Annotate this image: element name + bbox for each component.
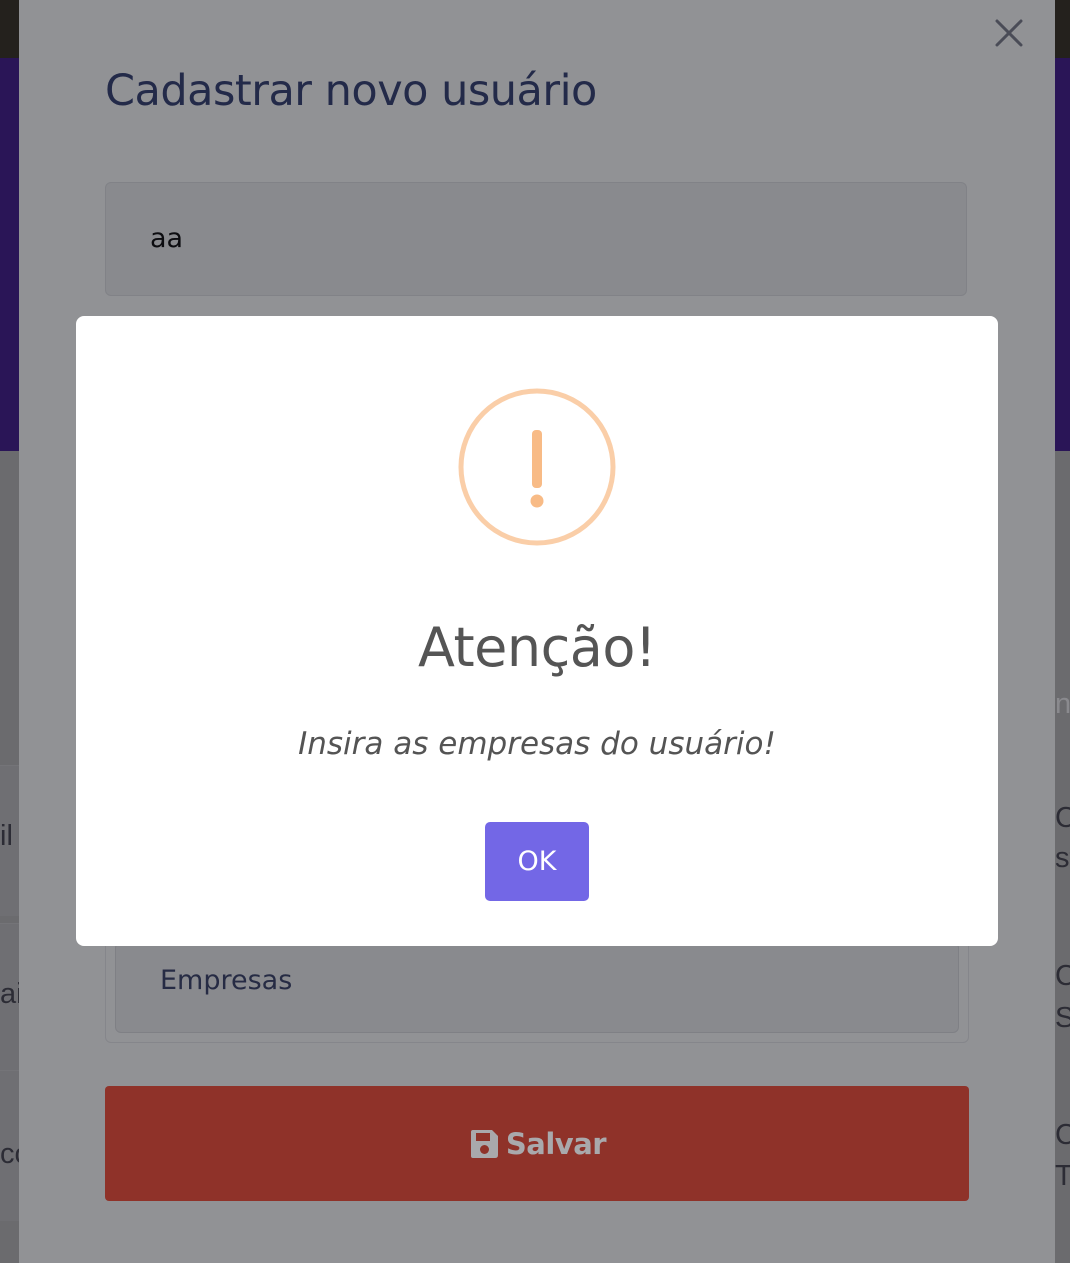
modal-title: Cadastrar novo usuário [105, 66, 597, 116]
close-icon[interactable] [994, 18, 1024, 48]
user-name-value: aa [150, 223, 184, 254]
user-name-input[interactable]: aa [105, 182, 967, 296]
background-cell-fragment: Co [1055, 1119, 1070, 1151]
background-cell-fragment: co [0, 1140, 19, 1169]
ok-button[interactable]: OK [485, 822, 589, 901]
save-button[interactable]: Salvar [105, 1086, 969, 1201]
background-cell-fragment: Se [1055, 1002, 1070, 1034]
background-cell-fragment: Co [1055, 960, 1070, 992]
save-icon [468, 1128, 500, 1160]
companies-select[interactable]: Empresas [115, 942, 959, 1033]
background-cell-fragment: ai [0, 980, 19, 1009]
warning-icon [458, 388, 616, 546]
background-cell-fragment: Co [1055, 802, 1070, 834]
background-cell-fragment: il [0, 822, 13, 851]
background-cell-fragment: st [1055, 842, 1070, 874]
dialog-title: Atenção! [417, 616, 657, 679]
background-cell-fragment: Tc [1055, 1160, 1070, 1192]
save-button-label: Salvar [505, 1126, 607, 1161]
warning-dialog: Atenção! Insira as empresas do usuário! … [76, 316, 998, 946]
dialog-message: Insira as empresas do usuário! [298, 726, 776, 762]
background-cell-fragment: n [1055, 688, 1070, 720]
companies-placeholder: Empresas [160, 965, 293, 996]
